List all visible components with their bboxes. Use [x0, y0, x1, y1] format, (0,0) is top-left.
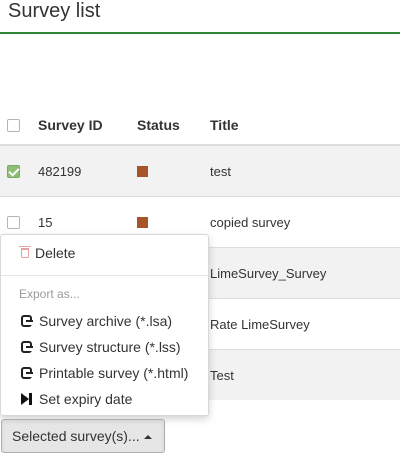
skip-forward-icon: [21, 393, 32, 405]
column-header-title[interactable]: Title: [210, 106, 239, 144]
menu-item-label: Set expiry date: [39, 391, 133, 407]
menu-divider: [1, 275, 208, 276]
trash-icon: [19, 246, 31, 258]
menu-item-delete[interactable]: Delete: [19, 243, 75, 263]
menu-item-export-structure[interactable]: Survey structure (*.lss): [19, 337, 181, 357]
survey-title: Rate LimeSurvey: [210, 316, 310, 332]
caret-up-icon: [143, 434, 152, 439]
menu-item-label: Survey structure (*.lss): [39, 339, 181, 355]
export-icon: [21, 341, 33, 353]
page-header: Survey list: [0, 0, 400, 34]
export-icon: [21, 315, 33, 327]
select-all-checkbox[interactable]: [7, 118, 20, 132]
survey-title: Test: [210, 367, 234, 383]
selected-surveys-label: Selected survey(s)...: [12, 428, 140, 444]
menu-item-label: Printable survey (*.html): [39, 365, 189, 381]
selected-surveys-button[interactable]: Selected survey(s)...: [1, 419, 165, 453]
menu-item-export-archive[interactable]: Survey archive (*.lsa): [19, 311, 172, 331]
column-header-status[interactable]: Status: [137, 106, 180, 144]
table-row[interactable]: 482199 test: [0, 145, 400, 196]
survey-title: copied survey: [210, 214, 291, 230]
menu-item-export-printable[interactable]: Printable survey (*.html): [19, 363, 188, 383]
survey-list-page: Survey list Survey ID Status Title 48219…: [0, 0, 400, 462]
row-checkbox[interactable]: [7, 215, 20, 229]
column-header-survey-id[interactable]: Survey ID: [38, 106, 103, 144]
menu-item-label: Survey archive (*.lsa): [39, 313, 173, 329]
row-checkbox[interactable]: [7, 164, 20, 178]
table-header-row: Survey ID Status Title: [0, 106, 400, 145]
survey-title: test: [210, 163, 231, 179]
inactive-status-icon: [137, 216, 148, 228]
survey-id: 482199: [38, 163, 82, 179]
inactive-status-icon: [137, 165, 148, 177]
row-checkbox-cell: [7, 146, 20, 196]
export-icon: [21, 367, 33, 379]
selected-surveys-dropdown-menu: Delete Export as... Survey archive (*.ls…: [0, 234, 209, 416]
select-all-cell: [7, 106, 20, 144]
status-cell: [137, 146, 148, 196]
menu-item-set-expiry[interactable]: Set expiry date: [19, 389, 132, 409]
page-title: Survey list: [8, 0, 101, 22]
menu-item-label: Delete: [35, 245, 76, 261]
survey-title: LimeSurvey_Survey: [210, 265, 327, 281]
menu-header-export: Export as...: [19, 287, 80, 301]
